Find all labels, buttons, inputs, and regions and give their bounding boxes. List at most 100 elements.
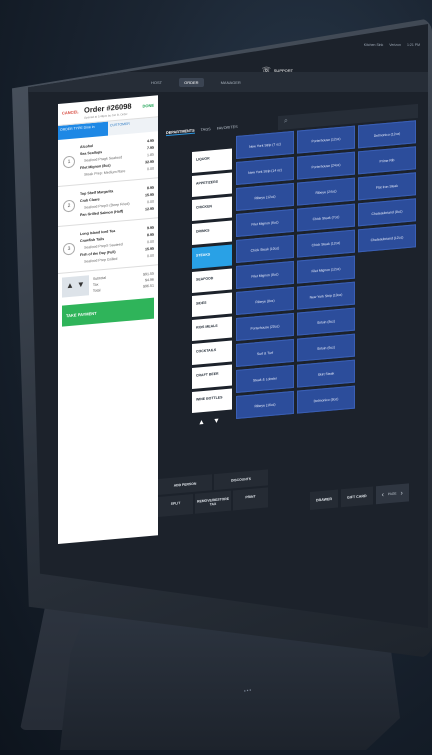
line-price: 0.00	[147, 253, 154, 259]
department-wine-bottles[interactable]: WINE BOTTLES	[192, 388, 232, 413]
line-price: 15.95	[145, 246, 154, 252]
department-cocktails[interactable]: COCKTAILS	[192, 340, 232, 365]
menu-item-button[interactable]: New York Strip (10oz)	[297, 281, 355, 310]
tax-label: Tax	[92, 282, 99, 287]
remove-restore-tax-button[interactable]: REMOVE/RESTORE TAX	[195, 490, 231, 514]
subtotal-value: $91.55	[143, 271, 154, 277]
line-name: Top Shelf Margarita	[80, 189, 114, 197]
bottom-controls: DRAWER GIFT CARD ‹ PAGE ›	[310, 483, 409, 510]
department-list: LIQUOR APPETIZERS CHICKEN DRINKS STEAKS SEAFO…	[192, 148, 232, 431]
menu-item-button[interactable]: New York Strip (7 oz)	[236, 130, 294, 159]
empty-slot	[358, 276, 416, 304]
department-seafood[interactable]: SEAFOOD	[192, 268, 232, 293]
subtotal-label: Subtotal	[92, 275, 107, 281]
tab-departments[interactable]: DEPARTMENTS	[166, 128, 195, 137]
menu-item-button[interactable]: Sirloin (6oz)	[297, 333, 355, 362]
line-name: Steak Prep: Medium Rare	[84, 169, 126, 177]
menu-item-button[interactable]: Ribeye (24oz)	[297, 177, 355, 206]
support-button[interactable]: ☏ SUPPORT	[262, 66, 293, 74]
menu-item-button[interactable]: Flat Iron Steak	[358, 172, 416, 201]
empty-slot	[358, 328, 416, 356]
main-nav: HOST ORDER MANAGER	[146, 78, 246, 87]
take-payment-button[interactable]: TAKE PAYMENT	[62, 297, 154, 327]
department-drinks[interactable]: DRINKS	[192, 220, 232, 245]
tablet-screen: Kitchen Sink Verizon 1:21 PM LOG OUT HOS…	[28, 24, 428, 628]
cancel-button[interactable]: CANCEL	[62, 109, 79, 115]
menu-item-button[interactable]: Ribeye (12oz)	[236, 182, 294, 211]
chevron-right-icon[interactable]: ›	[401, 489, 403, 496]
line-name: Seafood Pragk Seafood	[84, 155, 123, 163]
done-button[interactable]: DONE	[142, 103, 154, 109]
split-button[interactable]: SPLIT	[158, 493, 194, 517]
add-person-button[interactable]: ADD PERSON	[158, 474, 212, 495]
menu-item-button[interactable]: Steak & Lobster	[236, 364, 294, 393]
seat-number[interactable]: 1	[63, 155, 75, 169]
menu-item-button[interactable]: Porterhouse (12oz)	[297, 125, 355, 154]
down-arrow-icon[interactable]: ▼	[213, 418, 220, 426]
totals: Subtotal $91.55 Tax $4.96 Total $96.51	[93, 270, 154, 295]
print-button[interactable]: PRINT	[232, 487, 268, 511]
seat-number[interactable]: 2	[63, 199, 75, 213]
department-sides[interactable]: SIDES	[192, 292, 232, 317]
up-arrow-icon[interactable]: ▲	[198, 419, 205, 427]
menu-item-button[interactable]: New York Strip (14 oz)	[236, 156, 294, 185]
menu-item-button[interactable]: Chick Steak (12oz)	[297, 229, 355, 258]
empty-slot	[358, 380, 416, 408]
department-steaks[interactable]: STEAKS	[192, 244, 232, 269]
menu-item-button[interactable]: Ribeye (8oz)	[236, 286, 294, 315]
menu-item-button[interactable]: Chick Steak (10oz)	[236, 234, 294, 263]
empty-slot	[358, 302, 416, 330]
order-panel: CANCEL Order #26098 Opened at 5:48pm by …	[58, 95, 158, 545]
menu-item-button[interactable]: Chateaubriand (12oz)	[358, 224, 416, 253]
line-name: Pan Grilled Salmon (Half)	[80, 209, 124, 218]
tab-host[interactable]: HOST	[146, 78, 167, 87]
menu-item-button[interactable]: Prime Rib	[358, 146, 416, 175]
up-arrow-icon[interactable]: ▲	[66, 281, 74, 294]
department-craft-beer[interactable]: CRAFT BEER	[192, 364, 232, 389]
line-price: 7.95	[147, 145, 154, 151]
menu-item-button[interactable]: Delmonico (8oz)	[297, 385, 355, 414]
department-kids-meals[interactable]: KIDS MEALS	[192, 316, 232, 341]
pos-app: Kitchen Sink Verizon 1:21 PM LOG OUT HOS…	[28, 24, 428, 628]
menu-item-button[interactable]: Filet Mignon (12oz)	[297, 255, 355, 284]
menu-item-button[interactable]: Chateaubriand (8oz)	[358, 198, 416, 227]
line-name: Crawfish Tails	[80, 236, 105, 244]
tab-tags[interactable]: TAGS	[201, 127, 211, 133]
menu-item-button[interactable]: Ribeye (16oz)	[236, 390, 294, 419]
menu-item-button[interactable]: Filet Mignon (8oz)	[236, 260, 294, 289]
menu-item-button[interactable]: Filet Mignon (6oz)	[236, 208, 294, 237]
line-name: Long Island Iced Tea	[80, 228, 116, 237]
line-name: Crab Claws	[80, 197, 100, 204]
down-arrow-icon[interactable]: ▼	[77, 280, 85, 293]
drawer-button[interactable]: DRAWER	[310, 489, 338, 510]
department-scroll: ▲ ▼	[192, 413, 232, 431]
menu-item-button[interactable]: Sirloin (8oz)	[297, 307, 355, 336]
department-appetizers[interactable]: APPETIZERS	[192, 172, 232, 197]
search-icon: ⌕	[284, 117, 288, 125]
menu-item-button[interactable]: Porterhouse (24oz)	[297, 151, 355, 180]
tab-manager[interactable]: MANAGER	[216, 78, 246, 87]
menu-item-button[interactable]: Delmonico (12oz)	[358, 120, 416, 149]
order-actions: ADD PERSON DISCOUNTS SPLIT REMOVE/RESTOR…	[158, 469, 268, 534]
department-chicken[interactable]: CHICKEN	[192, 196, 232, 221]
line-price: 0.00	[147, 239, 154, 245]
menu-item-button[interactable]: Surf & Turf	[236, 338, 294, 367]
department-liquor[interactable]: LIQUOR	[192, 148, 232, 173]
seat-group[interactable]: 3 Long Island Iced Tea 9.95 Crawfish Tails 8…	[58, 218, 158, 274]
pager: ‹ PAGE ›	[375, 483, 409, 505]
line-name: Sea Scallops	[80, 150, 103, 157]
item-grid: New York Strip (7 oz) Porterhouse (12oz) D…	[236, 120, 422, 419]
tax-value: $4.96	[145, 277, 154, 283]
logout-button[interactable]: LOG OUT	[36, 66, 59, 72]
menu-item-button[interactable]: Chick Steak (7oz)	[297, 203, 355, 232]
menu-item-button[interactable]: Porterhouse (20oz)	[236, 312, 294, 341]
discounts-button[interactable]: DISCOUNTS	[214, 469, 268, 491]
tab-favorites[interactable]: FAVORITES	[217, 125, 238, 132]
gift-card-button[interactable]: GIFT CARD	[340, 486, 373, 508]
status-text: Kitchen Sink	[363, 43, 384, 47]
tab-order[interactable]: ORDER	[179, 78, 204, 87]
seat-number[interactable]: 3	[63, 242, 75, 256]
chevron-left-icon[interactable]: ‹	[382, 491, 384, 498]
line-price: 1.85	[147, 152, 154, 158]
menu-item-button[interactable]: Skirt Steak	[297, 359, 355, 388]
